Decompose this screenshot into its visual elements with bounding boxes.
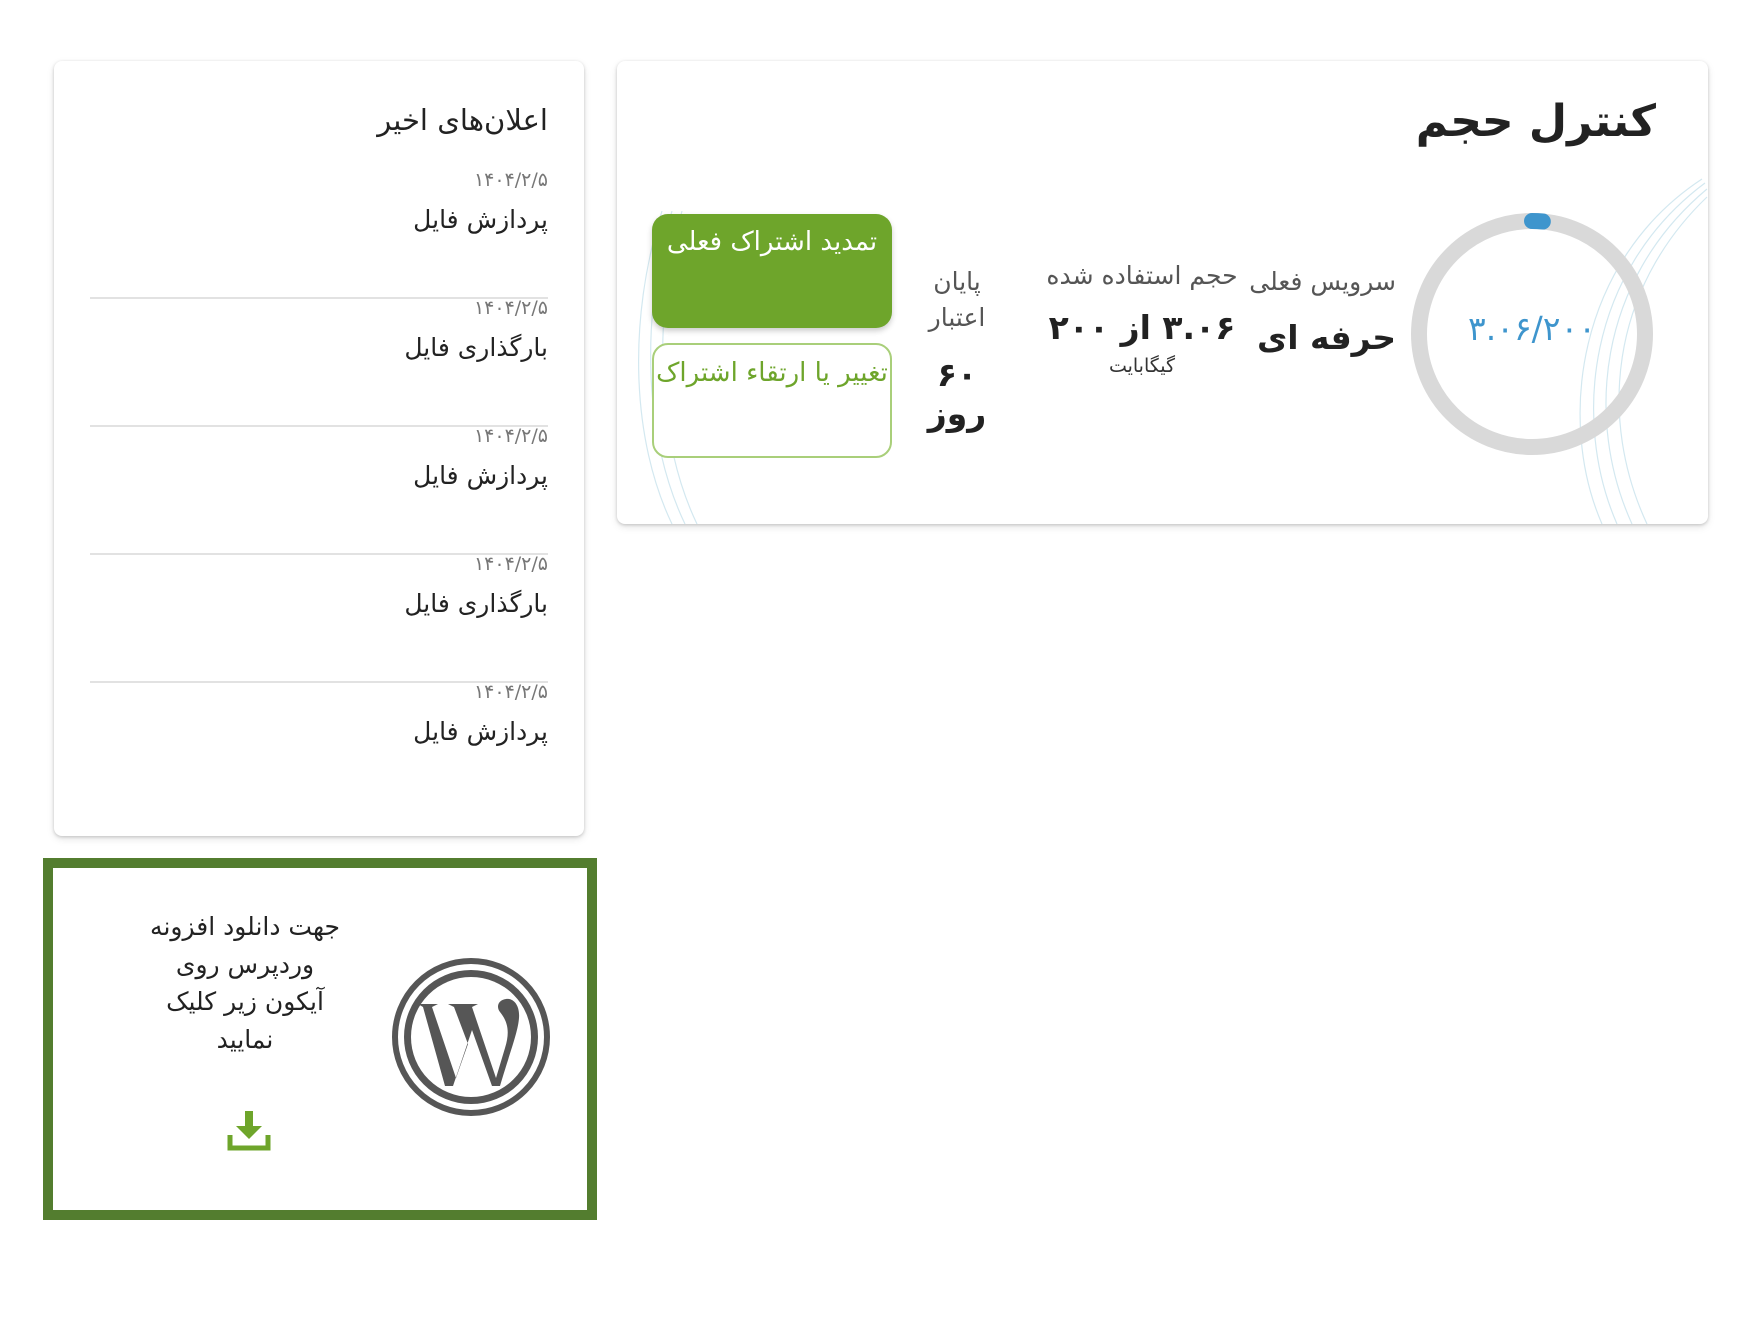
notification-item[interactable]: ۱۴۰۴/۲/۵ پردازش فایل	[90, 427, 548, 555]
notification-label: بارگذاری فایل	[404, 333, 548, 362]
notification-item[interactable]: ۱۴۰۴/۲/۵ پردازش فایل	[90, 171, 548, 299]
notification-date: ۱۴۰۴/۲/۵	[473, 169, 548, 191]
notification-item[interactable]: ۱۴۰۴/۲/۵ بارگذاری فایل	[90, 299, 548, 427]
service-label: سرویس فعلی	[1249, 267, 1396, 296]
validity-stat: پایان اعتبار ۶۰ روز	[907, 264, 1007, 433]
upgrade-subscription-button[interactable]: تغییر یا ارتقاء اشتراک	[652, 343, 892, 458]
validity-value: ۶۰ روز	[927, 354, 987, 433]
download-icon[interactable]	[226, 1108, 272, 1154]
notification-date: ۱۴۰۴/۲/۵	[473, 425, 548, 447]
wordpress-instruction-text: جهت دانلود افزونه وردپرس روی آیکون زیر ک…	[150, 912, 340, 1054]
notification-date: ۱۴۰۴/۲/۵	[473, 681, 548, 703]
used-volume-stat: حجم استفاده شده ۳.۰۶ از ۲۰۰ گیگابایت	[1027, 258, 1257, 377]
wordpress-plugin-card: جهت دانلود افزونه وردپرس روی آیکون زیر ک…	[43, 858, 597, 1220]
notification-date: ۱۴۰۴/۲/۵	[473, 553, 548, 575]
used-value: ۳.۰۶ از ۲۰۰	[1048, 308, 1236, 348]
wordpress-logo-icon[interactable]	[392, 958, 550, 1116]
notification-item[interactable]: ۱۴۰۴/۲/۵ بارگذاری فایل	[90, 555, 548, 683]
used-label: حجم استفاده شده	[1046, 261, 1238, 290]
notifications-list: ۱۴۰۴/۲/۵ پردازش فایل ۱۴۰۴/۲/۵ بارگذاری ف…	[90, 171, 548, 811]
notifications-title: اعلان‌های اخیر	[377, 103, 548, 137]
usage-text: ۳.۰۶/۲۰۰	[1468, 309, 1596, 348]
volume-title: کنترل حجم	[1415, 96, 1656, 147]
notification-label: پردازش فایل	[413, 461, 548, 490]
current-service-stat: سرویس فعلی حرفه ای	[1246, 264, 1396, 357]
notification-item[interactable]: ۱۴۰۴/۲/۵ پردازش فایل	[90, 683, 548, 811]
recent-notifications-card: اعلان‌های اخیر ۱۴۰۴/۲/۵ پردازش فایل ۱۴۰۴…	[54, 61, 584, 836]
service-value: حرفه ای	[1257, 318, 1396, 358]
notification-label: پردازش فایل	[413, 205, 548, 234]
notification-label: پردازش فایل	[413, 717, 548, 746]
notification-label: بارگذاری فایل	[404, 589, 548, 618]
used-unit: گیگابایت	[1108, 355, 1176, 378]
validity-label: پایان اعتبار	[928, 267, 986, 333]
renew-subscription-button[interactable]: تمدید اشتراک فعلی	[652, 214, 892, 328]
volume-control-card: کنترل حجم ۳.۰۶/۲۰۰ سرویس فعلی حرفه ای حج…	[617, 61, 1708, 524]
notification-date: ۱۴۰۴/۲/۵	[473, 297, 548, 319]
